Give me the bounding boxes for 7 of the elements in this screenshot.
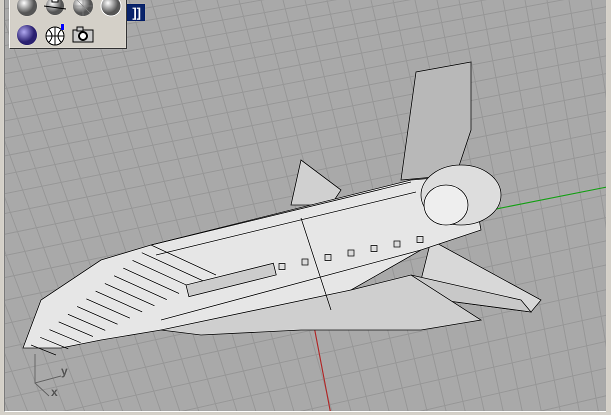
faceted-sphere-icon[interactable] [72, 0, 94, 17]
axis-label: y [61, 364, 68, 378]
axis-gizmo-icon [34, 354, 62, 396]
axis-label: x [51, 385, 58, 399]
globe-icon[interactable] [44, 24, 66, 46]
camera-icon[interactable] [72, 24, 94, 46]
glossy-sphere-icon[interactable] [16, 24, 38, 46]
